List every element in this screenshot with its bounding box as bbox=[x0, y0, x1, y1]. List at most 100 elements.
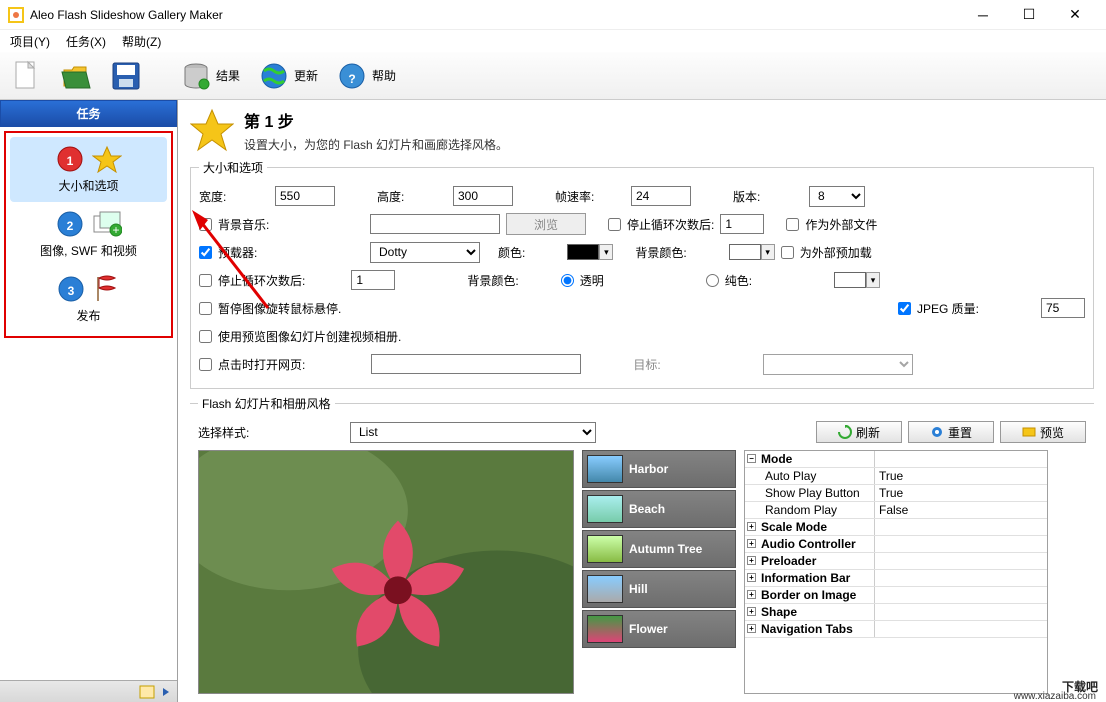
version-label: 版本: bbox=[733, 188, 803, 205]
step-desc: 设置大小，为您的 Flash 幻灯片和画廊选择风格。 bbox=[244, 136, 508, 153]
stoploop-input[interactable] bbox=[720, 214, 764, 234]
stoploop2-checkbox[interactable] bbox=[199, 274, 212, 287]
prop-audio[interactable]: +Audio Controller bbox=[745, 536, 1047, 553]
task-2-label: 图像, SWF 和视频 bbox=[10, 242, 167, 259]
height-input[interactable] bbox=[453, 186, 513, 206]
thumb-flower[interactable]: Flower bbox=[582, 610, 736, 648]
open-url-checkbox[interactable] bbox=[199, 358, 212, 371]
step-star-icon bbox=[190, 108, 234, 152]
menu-help[interactable]: 帮助(Z) bbox=[118, 31, 165, 52]
database-icon bbox=[181, 61, 211, 91]
flower-image bbox=[199, 451, 573, 694]
stoploop2-input[interactable] bbox=[351, 270, 395, 290]
transparent-radio[interactable] bbox=[561, 274, 574, 287]
step-header: 第 1 步 设置大小，为您的 Flash 幻灯片和画廊选择风格。 bbox=[190, 108, 1094, 153]
color-label: 颜色: bbox=[498, 244, 525, 261]
style-legend: Flash 幻灯片和相册风格 bbox=[198, 395, 335, 412]
prop-random[interactable]: Random PlayFalse bbox=[745, 502, 1047, 519]
menubar: 项目(Y) 任务(X) 帮助(Z) bbox=[0, 30, 1106, 52]
save-button[interactable] bbox=[106, 58, 146, 94]
chevron-right-icon[interactable] bbox=[161, 687, 171, 697]
pause-rotate-label: 暂停图像旋转鼠标悬停. bbox=[218, 300, 341, 317]
bgcolor2-label: 背景颜色: bbox=[467, 272, 518, 289]
prop-nav[interactable]: +Navigation Tabs bbox=[745, 621, 1047, 638]
refresh-button[interactable]: 刷新 bbox=[816, 421, 902, 443]
sidebar-footer bbox=[0, 680, 177, 702]
app-icon bbox=[8, 7, 24, 23]
open-url-label: 点击时打开网页: bbox=[218, 356, 305, 373]
width-input[interactable] bbox=[275, 186, 335, 206]
select-style-label: 选择样式: bbox=[198, 424, 268, 441]
solid-radio[interactable] bbox=[706, 274, 719, 287]
prop-autoplay[interactable]: Auto PlayTrue bbox=[745, 468, 1047, 485]
menu-project[interactable]: 项目(Y) bbox=[6, 31, 54, 52]
update-button[interactable]: 更新 bbox=[254, 58, 322, 94]
solid-label: 纯色: bbox=[725, 272, 752, 289]
results-button[interactable]: 结果 bbox=[176, 58, 244, 94]
prop-showplay[interactable]: Show Play ButtonTrue bbox=[745, 485, 1047, 502]
reset-button[interactable]: 重置 bbox=[908, 421, 994, 443]
fps-input[interactable] bbox=[631, 186, 691, 206]
target-label: 目标: bbox=[633, 356, 660, 373]
style-select[interactable]: List bbox=[350, 422, 596, 443]
svg-text:2: 2 bbox=[66, 219, 73, 233]
color-picker[interactable]: ▾ bbox=[567, 244, 613, 260]
task-1-label: 大小和选项 bbox=[10, 177, 167, 194]
toolbar: 结果 更新 ?帮助 bbox=[0, 52, 1106, 100]
watermark-url: www.xiazaiba.com bbox=[1014, 691, 1096, 702]
task-images-swf-video[interactable]: 2 + 图像, SWF 和视频 bbox=[10, 202, 167, 267]
step-title: 第 1 步 bbox=[244, 108, 508, 132]
bgcolor-picker[interactable]: ▾ bbox=[729, 244, 775, 260]
task-size-options[interactable]: 1 大小和选项 bbox=[10, 137, 167, 202]
new-button[interactable] bbox=[6, 58, 46, 94]
menu-tasks[interactable]: 任务(X) bbox=[62, 31, 110, 52]
thumb-beach[interactable]: Beach bbox=[582, 490, 736, 528]
pause-rotate-checkbox[interactable] bbox=[199, 302, 212, 315]
prop-border[interactable]: +Border on Image bbox=[745, 587, 1047, 604]
number-1-icon: 1 bbox=[56, 145, 84, 173]
close-button[interactable]: ✕ bbox=[1052, 0, 1098, 30]
stoploop-checkbox[interactable] bbox=[608, 218, 621, 231]
maximize-button[interactable]: ☐ bbox=[1006, 0, 1052, 30]
version-select[interactable]: 8 bbox=[809, 186, 865, 207]
open-url-input[interactable] bbox=[371, 354, 581, 374]
prop-scale[interactable]: +Scale Mode bbox=[745, 519, 1047, 536]
height-label: 高度: bbox=[377, 188, 447, 205]
bgm-checkbox[interactable] bbox=[199, 218, 212, 231]
note-icon[interactable] bbox=[139, 685, 155, 699]
solid-color-picker[interactable]: ▾ bbox=[834, 272, 880, 288]
ext-preload-checkbox[interactable] bbox=[781, 246, 794, 259]
prop-info[interactable]: +Information Bar bbox=[745, 570, 1047, 587]
thumb-harbor[interactable]: Harbor bbox=[582, 450, 736, 488]
preview-button[interactable]: 预览 bbox=[1000, 421, 1086, 443]
task-3-label: 发布 bbox=[10, 307, 167, 324]
use-preview-checkbox[interactable] bbox=[199, 330, 212, 343]
preview-icon bbox=[1022, 425, 1036, 439]
prop-preloader[interactable]: +Preloader bbox=[745, 553, 1047, 570]
width-label: 宽度: bbox=[199, 188, 269, 205]
external-file-checkbox[interactable] bbox=[786, 218, 799, 231]
browse-button[interactable]: 浏览 bbox=[506, 213, 586, 235]
titlebar: Aleo Flash Slideshow Gallery Maker ─ ☐ ✕ bbox=[0, 0, 1106, 30]
preloader-select[interactable]: Dotty bbox=[370, 242, 480, 263]
sidebar: 任务 1 大小和选项 2 + 图像, SWF 和视频 3 bbox=[0, 100, 178, 702]
bgm-input[interactable] bbox=[370, 214, 500, 234]
preloader-checkbox[interactable] bbox=[199, 246, 212, 259]
prop-mode[interactable]: −Mode bbox=[745, 451, 1047, 468]
target-select[interactable] bbox=[763, 354, 913, 375]
open-button[interactable] bbox=[56, 58, 96, 94]
star-icon bbox=[92, 145, 122, 173]
svg-text:1: 1 bbox=[66, 154, 73, 168]
thumb-hill[interactable]: Hill bbox=[582, 570, 736, 608]
gear-icon bbox=[930, 425, 944, 439]
task-publish[interactable]: 3 发布 bbox=[10, 267, 167, 332]
jpeg-q-input[interactable] bbox=[1041, 298, 1085, 318]
prop-shape[interactable]: +Shape bbox=[745, 604, 1047, 621]
results-label: 结果 bbox=[216, 67, 240, 84]
minimize-button[interactable]: ─ bbox=[960, 0, 1006, 30]
thumb-autumn-tree[interactable]: Autumn Tree bbox=[582, 530, 736, 568]
update-label: 更新 bbox=[294, 67, 318, 84]
jpeg-q-checkbox[interactable] bbox=[898, 302, 911, 315]
tasks-header: 任务 bbox=[0, 100, 177, 127]
help-button[interactable]: ?帮助 bbox=[332, 58, 400, 94]
